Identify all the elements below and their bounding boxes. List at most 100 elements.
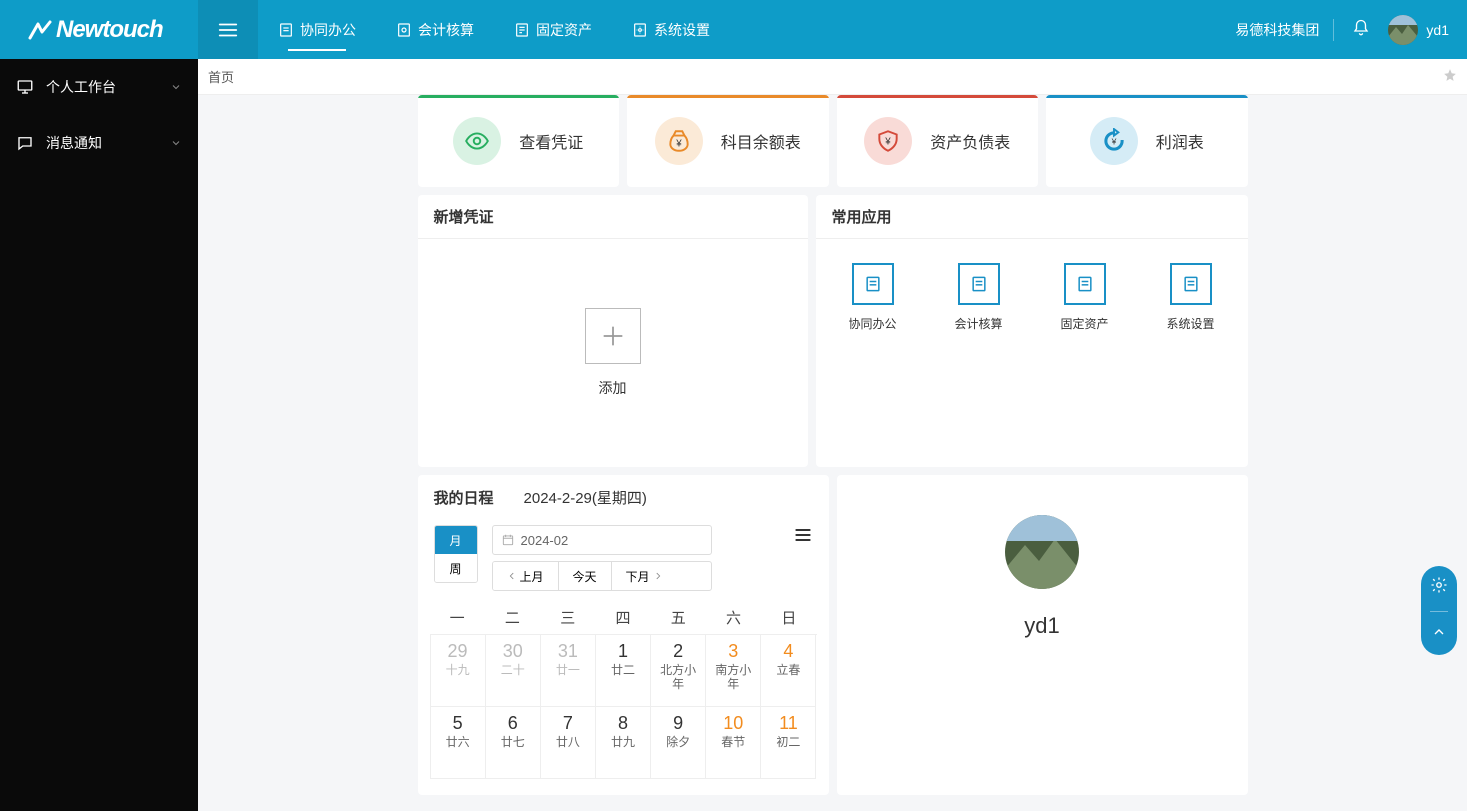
calendar-cell[interactable]: 29十九	[431, 635, 486, 707]
date-input[interactable]: 2024-02	[492, 525, 712, 555]
company-name: 易德科技集团	[1235, 20, 1319, 40]
settings-gear-icon[interactable]	[1430, 576, 1448, 599]
app-icon	[958, 263, 1000, 305]
sidebar-item-workbench[interactable]: 个人工作台	[0, 59, 198, 115]
weekday-label: 二	[485, 607, 540, 628]
chevron-left-icon	[507, 571, 517, 581]
weekday-label: 一	[430, 607, 485, 628]
content-scroll[interactable]: 查看凭证 ¥ 科目余额表 ¥ 资产负债表 ¥ 利润表 新增凭证	[198, 95, 1467, 811]
svg-text:¥: ¥	[885, 136, 892, 147]
scroll-top-icon[interactable]	[1431, 624, 1447, 645]
main: 首页 查看凭证 ¥ 科目余额表 ¥ 资产负债表 ¥ 利润表	[198, 59, 1467, 811]
yen-refresh-icon: ¥	[1101, 128, 1127, 154]
app-item-2[interactable]: 固定资产	[1046, 263, 1124, 332]
nav-collaborative-office[interactable]: 协同办公	[258, 0, 376, 59]
app-label: 系统设置	[1166, 315, 1214, 332]
nav-accounting[interactable]: 会计核算	[376, 0, 494, 59]
svg-text:¥: ¥	[1110, 136, 1116, 146]
app-icon	[852, 263, 894, 305]
panel-profile: yd1	[837, 475, 1248, 795]
weekday-label: 四	[595, 607, 650, 628]
add-voucher-button[interactable]	[585, 308, 641, 364]
calendar-cell[interactable]: 3南方小 年	[706, 635, 761, 707]
star-icon[interactable]	[1443, 68, 1457, 85]
calendar-cell[interactable]: 31廿一	[541, 635, 596, 707]
nav-fixed-assets[interactable]: 固定资产	[494, 0, 612, 59]
day-lunar: 初二	[761, 736, 815, 750]
app-icon	[1064, 263, 1106, 305]
app-item-0[interactable]: 协同办公	[834, 263, 912, 332]
divider	[1333, 19, 1334, 41]
day-lunar: 立春	[761, 664, 815, 678]
top-bar: Newtouch 协同办公 会计核算 固定资产 系统设置 易德科技集团 yd1	[0, 0, 1467, 59]
chevron-down-icon	[170, 137, 182, 149]
date-value: 2024-02	[521, 533, 569, 548]
shortcut-2[interactable]: ¥ 资产负债表	[837, 95, 1039, 187]
day-lunar: 廿二	[596, 664, 650, 678]
calendar-cell[interactable]: 6廿七	[486, 707, 541, 779]
shortcut-3[interactable]: ¥ 利润表	[1046, 95, 1248, 187]
float-dock	[1421, 566, 1457, 655]
day-number: 1	[596, 641, 650, 662]
chevron-down-icon	[170, 81, 182, 93]
eye-icon	[464, 128, 490, 154]
list-view-icon[interactable]	[793, 525, 813, 550]
day-lunar: 北方小 年	[651, 664, 705, 692]
calendar-cell[interactable]: 1 廿二	[596, 635, 651, 707]
panel-title: 常用应用	[816, 195, 1248, 239]
day-lunar: 廿六	[431, 736, 485, 750]
message-icon	[16, 134, 34, 152]
breadcrumb-home[interactable]: 首页	[208, 67, 234, 86]
weekday-label: 五	[651, 607, 706, 628]
next-month-button[interactable]: 下月	[612, 562, 677, 590]
day-lunar: 除夕	[651, 736, 705, 750]
app-icon	[1170, 263, 1212, 305]
day-lunar: 廿一	[541, 664, 595, 678]
chevron-right-icon	[653, 571, 663, 581]
calendar-cell[interactable]: 5廿六	[431, 707, 486, 779]
day-number: 30	[486, 641, 540, 662]
shortcut-label: 资产负债表	[930, 129, 1010, 153]
prev-month-button[interactable]: 上月	[493, 562, 559, 590]
calendar-cell[interactable]: 30 二十	[486, 635, 541, 707]
calendar-cell[interactable]: 2北方小 年	[651, 635, 706, 707]
sidebar-toggle[interactable]	[198, 0, 258, 59]
panel-common-apps: 常用应用 协同办公 会计核算 固定资产 系统设置	[816, 195, 1248, 467]
sidebar-item-messages[interactable]: 消息通知	[0, 115, 198, 171]
schedule-date: 2024-2-29(星期四)	[524, 487, 647, 508]
nav-system-settings[interactable]: 系统设置	[612, 0, 730, 59]
calendar-cell[interactable]: 9 除夕	[651, 707, 706, 779]
view-week-button[interactable]: 周	[435, 554, 477, 582]
view-month-button[interactable]: 月	[435, 526, 477, 554]
divider	[1430, 611, 1448, 612]
calendar-cell[interactable]: 7廿八	[541, 707, 596, 779]
day-number: 29	[431, 641, 485, 662]
app-label: 会计核算	[954, 315, 1002, 332]
sidebar-item-label: 个人工作台	[46, 77, 116, 97]
day-lunar: 二十	[486, 664, 540, 678]
logo: Newtouch	[0, 16, 198, 44]
shortcut-0[interactable]: 查看凭证	[418, 95, 620, 187]
calendar-cell[interactable]: 11初二	[761, 707, 816, 779]
username[interactable]: yd1	[1426, 22, 1449, 38]
bell-icon[interactable]	[1352, 19, 1370, 40]
app-item-3[interactable]: 系统设置	[1152, 263, 1230, 332]
nav-label: 系统设置	[654, 20, 710, 40]
nav-label: 会计核算	[418, 20, 474, 40]
nav-label: 协同办公	[300, 20, 356, 40]
shortcut-label: 利润表	[1156, 129, 1204, 153]
calendar-cell[interactable]: 8廿九	[596, 707, 651, 779]
panel-title: 新增凭证	[418, 195, 808, 239]
weekday-label: 六	[706, 607, 761, 628]
shortcut-1[interactable]: ¥ 科目余额表	[627, 95, 829, 187]
yen-shield-icon: ¥	[875, 128, 901, 154]
calendar-cell[interactable]: 10春节	[706, 707, 761, 779]
day-number: 9	[651, 713, 705, 734]
app-item-1[interactable]: 会计核算	[940, 263, 1018, 332]
calendar-cell[interactable]: 4立春	[761, 635, 816, 707]
calendar: 一二三四五六日 29十九30二十31廿一1廿二2北方小 年3南方小 年4立春5廿…	[418, 601, 829, 795]
shortcut-label: 科目余额表	[721, 129, 801, 153]
weekday-label: 三	[540, 607, 595, 628]
avatar-small[interactable]	[1388, 15, 1418, 45]
today-button[interactable]: 今天	[559, 562, 612, 590]
